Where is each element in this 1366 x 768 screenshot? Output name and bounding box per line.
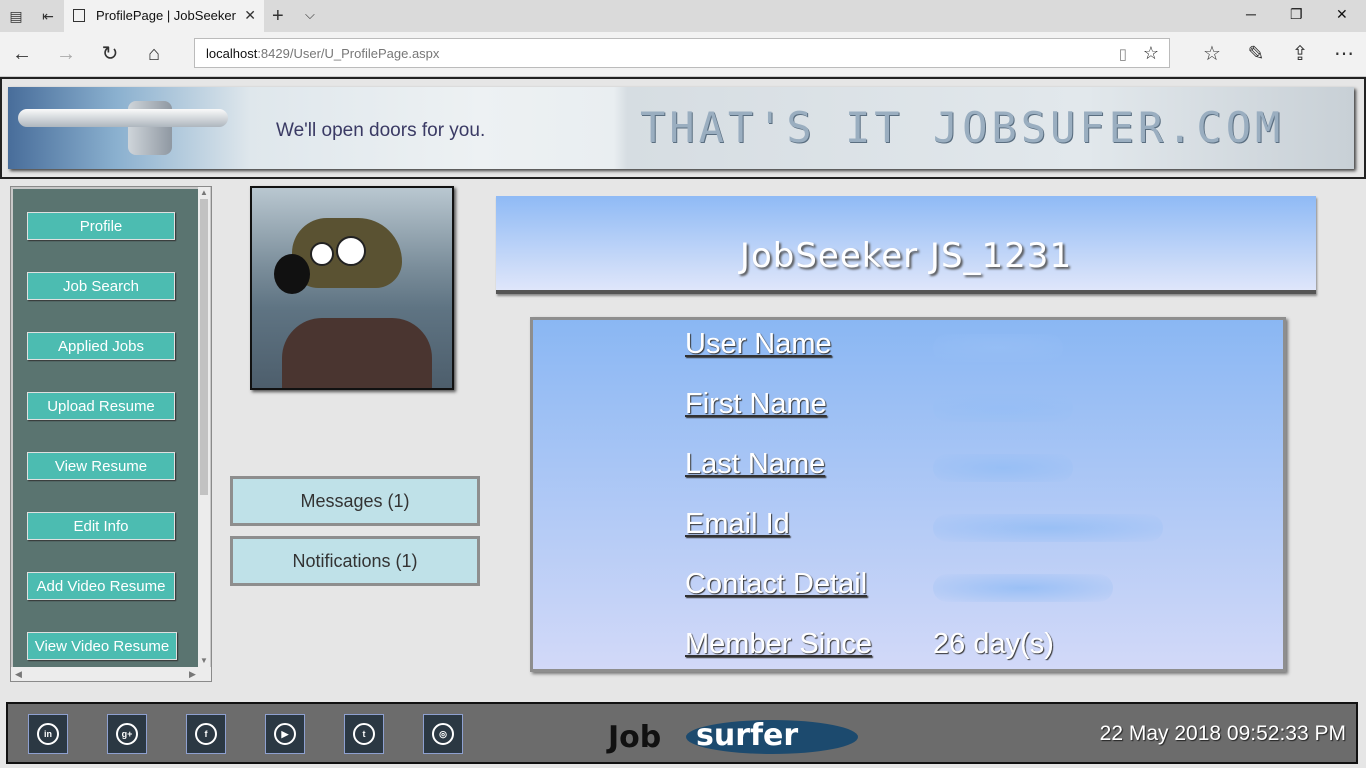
favorites-list-icon[interactable]: ☆ [1200,42,1224,66]
email-id-label: Email Id [685,508,790,540]
scroll-left-icon[interactable]: ◀ [15,667,22,681]
browser-nav-bar: ← → ↻ ⌂ localhost:8429/User/U_ProfilePag… [0,32,1366,77]
back-tab-icon[interactable]: ⇤ [38,6,58,26]
page-icon [73,9,85,22]
youtube-icon[interactable]: ▶ [265,714,305,754]
browser-tab[interactable]: ProfilePage | JobSeeker ✕ [64,0,264,32]
sidebar-horizontal-scrollbar[interactable]: ◀ ▶ [11,667,211,681]
more-icon[interactable]: ⋯ [1332,42,1356,66]
linkedin-icon[interactable]: in [28,714,68,754]
avatar-shirt [282,318,432,388]
user-name-value [933,334,1063,362]
new-tab-icon[interactable]: + [272,5,284,28]
facebook-icon[interactable]: f [186,714,226,754]
tab-title: ProfilePage | JobSeeker [96,8,236,23]
profile-heading-box: JobSeeker JS_1231 [496,196,1316,294]
youtube-glyph: ▶ [274,723,296,745]
facebook-glyph: f [195,723,217,745]
avatar-mascot-nose [274,254,310,294]
close-window-icon[interactable]: ✕ [1336,6,1348,23]
sidebar-panel: Profile Job Search Applied Jobs Upload R… [13,189,199,667]
reading-view-icon[interactable]: ▯ [1119,45,1127,63]
contact-detail-value [933,574,1113,602]
address-bar[interactable]: localhost:8429/User/U_ProfilePage.aspx ▯… [194,38,1170,68]
profile-avatar [250,186,454,390]
restore-icon[interactable]: ❐ [1290,6,1303,23]
current-datetime: 22 May 2018 09:52:33 PM [1099,722,1346,745]
member-since-value: 26 day(s) [933,628,1054,660]
first-name-label: First Name [685,388,827,420]
google-plus-glyph: g+ [116,723,138,745]
header-banner: We'll open doors for you. THAT'S IT JOBS… [0,77,1366,179]
twitter-icon[interactable]: t [344,714,384,754]
scroll-right-icon[interactable]: ▶ [189,667,196,681]
sidebar-item-profile[interactable]: Profile [27,212,175,240]
pen-icon[interactable]: ✎ [1244,42,1268,66]
favorite-star-icon[interactable]: ☆ [1143,43,1159,64]
sidebar-item-view-resume[interactable]: View Resume [27,452,175,480]
banner-image: We'll open doors for you. THAT'S IT JOBS… [8,87,1354,169]
footer: in g+ f ▶ t ◎ Job surfer 22 May 2018 09:… [6,702,1358,764]
sidebar-menu: Profile Job Search Applied Jobs Upload R… [10,186,212,682]
minimize-icon[interactable]: ─ [1246,6,1256,22]
sidebar-item-upload-resume[interactable]: Upload Resume [27,392,175,420]
instagram-icon[interactable]: ◎ [423,714,463,754]
profile-info-panel: User Name First Name Last Name Email Id … [530,317,1286,672]
forward-icon[interactable]: → [54,42,78,66]
linkedin-glyph: in [37,723,59,745]
google-plus-icon[interactable]: g+ [107,714,147,754]
sidebar-item-job-search[interactable]: Job Search [27,272,175,300]
contact-detail-label: Contact Detail [685,568,868,600]
browser-tab-bar: ▤ ⇤ ProfilePage | JobSeeker ✕ + ⌵ ─ ❐ ✕ [0,0,1366,32]
instagram-glyph: ◎ [432,723,454,745]
address-url: localhost:8429/User/U_ProfilePage.aspx [206,46,440,61]
notifications-button[interactable]: Notifications (1) [230,536,480,586]
sidebar-item-view-video-resume[interactable]: View Video Resume [27,632,177,660]
sidebar-item-applied-jobs[interactable]: Applied Jobs [27,332,175,360]
banner-tagline: We'll open doors for you. [276,120,486,141]
email-id-value [933,514,1163,542]
banner-brand: THAT'S IT JOBSUFER.COM [640,103,1285,152]
sidebar-item-add-video-resume[interactable]: Add Video Resume [27,572,175,600]
home-icon[interactable]: ⌂ [142,42,166,66]
logo-text-surfer: surfer [696,718,799,753]
avatar-mascot-eye [336,236,366,266]
twitter-glyph: t [353,723,375,745]
door-handle [18,109,228,127]
last-name-value [933,454,1073,482]
chevron-down-icon[interactable]: ⌵ [305,7,315,23]
share-icon[interactable]: ⇪ [1288,42,1312,66]
close-icon[interactable]: ✕ [244,7,256,24]
messages-button[interactable]: Messages (1) [230,476,480,526]
scroll-down-icon[interactable]: ▼ [198,655,210,667]
avatar-mascot-eye [310,242,334,266]
scroll-up-icon[interactable]: ▲ [198,187,210,199]
back-icon[interactable]: ← [10,42,34,66]
last-name-label: Last Name [685,448,826,480]
logo-text-job: Job [608,720,662,755]
scroll-thumb[interactable] [200,199,208,495]
sidebar-item-edit-info[interactable]: Edit Info [27,512,175,540]
sidebar-vertical-scrollbar[interactable]: ▲ ▼ [198,187,210,667]
member-since-label: Member Since [685,628,872,660]
jobsurfer-logo: Job surfer [608,718,868,755]
user-name-label: User Name [685,328,832,360]
first-name-value [933,394,1073,422]
page-title: JobSeeker JS_1231 [739,236,1073,276]
tabs-icon[interactable]: ▤ [6,6,26,26]
refresh-icon[interactable]: ↻ [98,42,122,66]
